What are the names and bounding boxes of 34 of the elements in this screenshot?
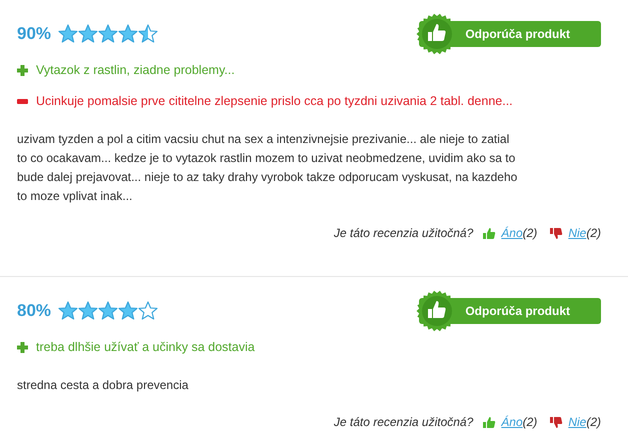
- review-text: uzivam tyzden a pol a citim vacsiu chut na sex a intenzivnejsie prezivanie... ale nieje to zatial to co ocakavam... kedze je to vytazok rastlin mozem to uzivat neobmedzene, uvidim ako sa to bude dalej prejavovat... nieje to az taky drahy vyrobok takze odporucam vyskusat, na kazdeho to moze vplivat inak...: [17, 131, 518, 205]
- star-icon: [118, 24, 138, 44]
- star-icon: [138, 24, 158, 44]
- no-count: (2): [586, 226, 601, 240]
- con-point: Ucinkuje pomalsie prve cititelne zlepsenie prislo cca po tyzdni uzivania 2 tabl. denne...: [36, 94, 513, 108]
- yes-count: (2): [522, 226, 538, 240]
- helpful-question: Je táto recenzia užitočná?: [334, 226, 474, 240]
- review-text: stredna cesta a dobra prevencia: [17, 377, 190, 394]
- helpful-question: Je táto recenzia užitočná?: [334, 415, 474, 429]
- thumbs-up-icon: [482, 226, 496, 240]
- star-icon: [58, 24, 78, 44]
- thumbs-down-icon: [549, 226, 564, 240]
- star-icon: [78, 301, 98, 321]
- not-helpful-link[interactable]: Nie: [568, 415, 586, 429]
- plus-icon: [17, 342, 28, 352]
- thumbs-up-icon: [482, 416, 496, 428]
- pro-point: Vytazok z rastlin, ziadne problemy...: [36, 63, 235, 77]
- minus-icon: [17, 98, 28, 104]
- star-icon: [98, 301, 118, 321]
- star-icon: [118, 301, 138, 321]
- helpful-yes-link[interactable]: Áno: [501, 415, 523, 429]
- rating-percent: 90%: [17, 24, 52, 44]
- star-icon: [138, 301, 158, 321]
- no-count: (2): [586, 415, 601, 429]
- star-icon: [58, 301, 78, 321]
- star-icon: [78, 24, 98, 44]
- not-helpful-link[interactable]: Nie: [568, 226, 586, 240]
- star-icon: [98, 24, 118, 44]
- rating-percent: 80%: [17, 301, 52, 321]
- helpful-yes-link[interactable]: Áno: [501, 226, 523, 240]
- thumbs-down-icon: [549, 416, 564, 428]
- pro-point: treba dlhšie užívať a učinky sa dostavia: [36, 340, 255, 354]
- yes-count: (2): [522, 415, 538, 429]
- plus-icon: [17, 64, 28, 76]
